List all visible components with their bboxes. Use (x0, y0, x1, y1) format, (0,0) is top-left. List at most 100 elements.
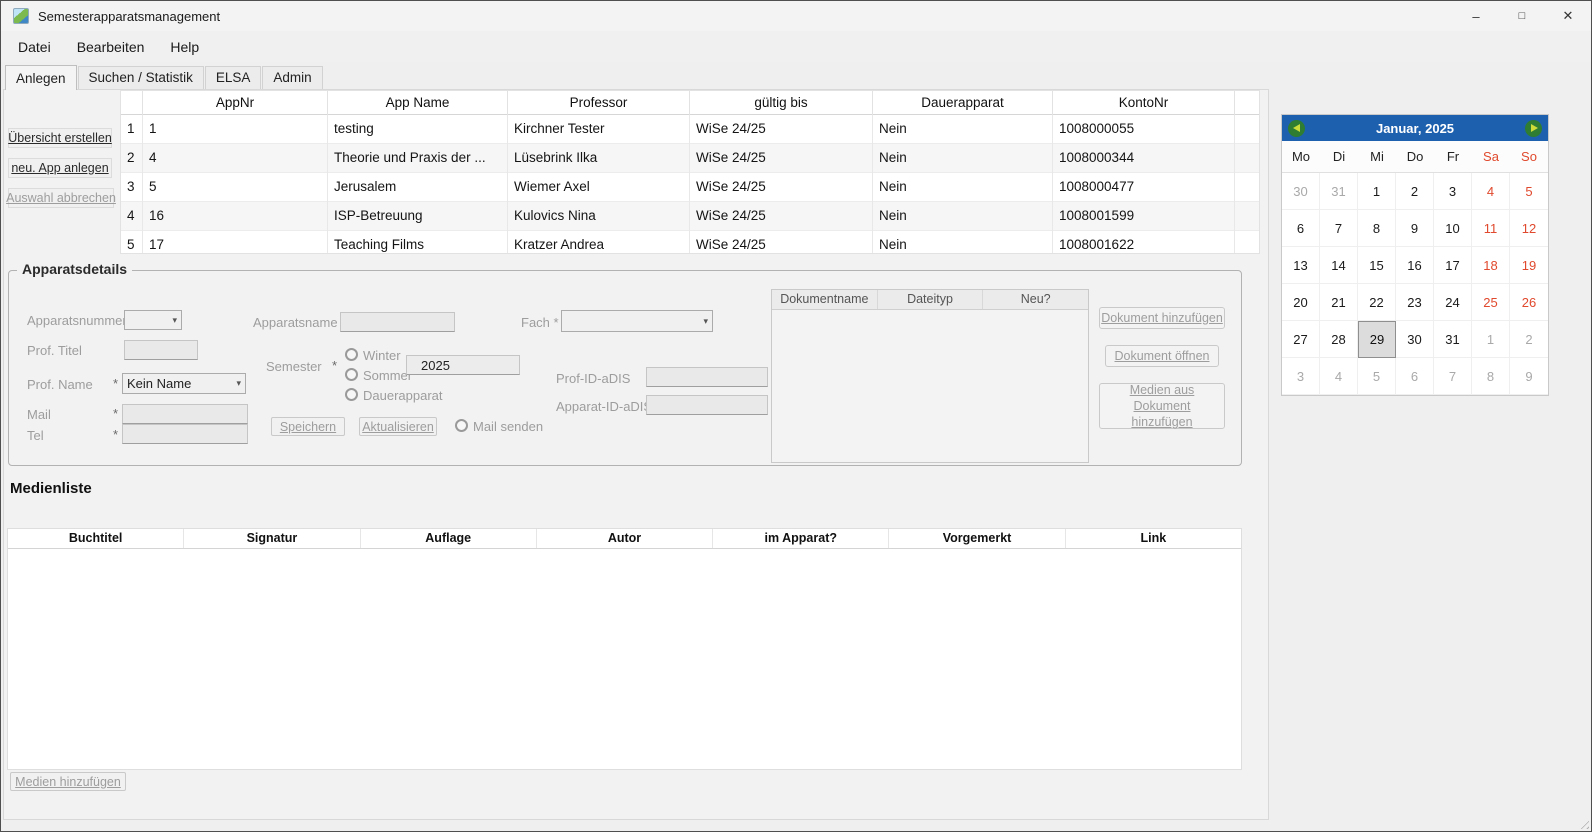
minimize-button[interactable]: – (1453, 1, 1499, 31)
calendar-day[interactable]: 9 (1396, 210, 1434, 247)
calendar-day[interactable]: 22 (1358, 284, 1396, 321)
calendar-day[interactable]: 8 (1358, 210, 1396, 247)
prev-month-button[interactable] (1288, 120, 1305, 137)
mail-input[interactable] (122, 404, 248, 424)
calendar-day[interactable]: 14 (1320, 247, 1358, 284)
calendar-day[interactable]: 2 (1396, 173, 1434, 210)
cell-professor: Kirchner Tester (508, 115, 690, 144)
calendar-day[interactable]: 25 (1472, 284, 1510, 321)
calendar-day[interactable]: 13 (1282, 247, 1320, 284)
sommer-radio[interactable] (345, 368, 358, 381)
column-header-app-name[interactable]: App Name (328, 91, 508, 115)
prof-titel-input[interactable] (124, 340, 198, 360)
calendar-day[interactable]: 6 (1282, 210, 1320, 247)
calendar-day[interactable]: 18 (1472, 247, 1510, 284)
medien-aus-dokument-button[interactable]: Medien aus Dokument hinzufügen (1099, 383, 1225, 429)
next-month-button[interactable] (1525, 120, 1542, 137)
calendar-day[interactable]: 1 (1472, 321, 1510, 358)
tab-elsa[interactable]: ELSA (205, 66, 262, 89)
calendar-day[interactable]: 1 (1358, 173, 1396, 210)
calendar-day[interactable]: 2 (1510, 321, 1548, 358)
apparatsnummer-select[interactable]: ▾ (124, 310, 182, 330)
dokument-hinzufuegen-button[interactable]: Dokument hinzufügen (1099, 307, 1225, 329)
apparatsnummer-label: Apparatsnummer (27, 313, 127, 328)
calendar-day[interactable]: 19 (1510, 247, 1548, 284)
calendar-day[interactable]: 29 (1358, 321, 1396, 358)
menu-bearbeiten[interactable]: Bearbeiten (64, 34, 158, 60)
calendar-day[interactable]: 4 (1320, 358, 1358, 395)
calendar-day[interactable]: 5 (1510, 173, 1548, 210)
calendar-day[interactable]: 30 (1282, 173, 1320, 210)
table-row[interactable]: 3 5 Jerusalem Wiemer Axel WiSe 24/25 Nei… (121, 173, 1259, 202)
calendar-day[interactable]: 5 (1358, 358, 1396, 395)
column-header-buchtitel[interactable]: Buchtitel (8, 529, 184, 548)
column-header-vorgemerkt[interactable]: Vorgemerkt (889, 529, 1065, 548)
menu-help[interactable]: Help (157, 34, 212, 60)
fach-select[interactable]: ▾ (561, 310, 713, 332)
calendar-day[interactable]: 24 (1434, 284, 1472, 321)
medien-hinzufuegen-button[interactable]: Medien hinzufügen (10, 772, 126, 791)
column-header-appnr[interactable]: AppNr (143, 91, 328, 115)
speichern-button[interactable]: Speichern (271, 417, 345, 436)
calendar-day[interactable]: 16 (1396, 247, 1434, 284)
uebersicht-erstellen-button[interactable]: Übersicht erstellen (8, 128, 112, 148)
close-button[interactable]: ✕ (1545, 1, 1591, 31)
calendar-day[interactable]: 3 (1282, 358, 1320, 395)
calendar-day[interactable]: 12 (1510, 210, 1548, 247)
column-header-link[interactable]: Link (1066, 529, 1241, 548)
tab-admin[interactable]: Admin (262, 66, 322, 89)
calendar-day[interactable]: 10 (1434, 210, 1472, 247)
required-marker: * (332, 358, 337, 373)
tab-anlegen[interactable]: Anlegen (5, 65, 77, 90)
calendar-day[interactable]: 21 (1320, 284, 1358, 321)
calendar-day[interactable]: 17 (1434, 247, 1472, 284)
tel-input[interactable] (122, 424, 248, 444)
calendar-day[interactable]: 4 (1472, 173, 1510, 210)
apparat-id-adis-input[interactable] (646, 395, 768, 415)
calendar-day[interactable]: 3 (1434, 173, 1472, 210)
semester-year-input[interactable]: 2025 (406, 355, 520, 375)
calendar-day[interactable]: 27 (1282, 321, 1320, 358)
calendar-day[interactable]: 8 (1472, 358, 1510, 395)
mail-senden-checkbox[interactable] (455, 419, 468, 432)
column-header-gueltig-bis[interactable]: gültig bis (690, 91, 873, 115)
column-header-auflage[interactable]: Auflage (361, 529, 537, 548)
auswahl-abbrechen-button[interactable]: Auswahl abbrechen (8, 188, 114, 208)
menu-datei[interactable]: Datei (5, 34, 64, 60)
calendar-day[interactable]: 28 (1320, 321, 1358, 358)
maximize-button[interactable]: □ (1499, 1, 1545, 31)
calendar-day[interactable]: 11 (1472, 210, 1510, 247)
medien-table-body (8, 549, 1241, 769)
apparatsname-input[interactable] (340, 312, 455, 332)
calendar-day[interactable]: 20 (1282, 284, 1320, 321)
table-row[interactable]: 2 4 Theorie und Praxis der ... Lüsebrink… (121, 144, 1259, 173)
resize-grip[interactable] (1577, 817, 1589, 829)
calendar-day[interactable]: 26 (1510, 284, 1548, 321)
calendar-day[interactable]: 31 (1320, 173, 1358, 210)
calendar-day[interactable]: 7 (1320, 210, 1358, 247)
prof-id-adis-input[interactable] (646, 367, 768, 387)
prof-name-select[interactable]: Kein Name ▾ (122, 373, 246, 394)
aktualisieren-button[interactable]: Aktualisieren (359, 417, 437, 436)
table-row[interactable]: 4 16 ISP-Betreuung Kulovics Nina WiSe 24… (121, 202, 1259, 231)
dauerapparat-radio[interactable] (345, 388, 358, 401)
column-header-im-apparat[interactable]: im Apparat? (713, 529, 889, 548)
table-row[interactable]: 1 1 testing Kirchner Tester WiSe 24/25 N… (121, 115, 1259, 144)
calendar-day[interactable]: 31 (1434, 321, 1472, 358)
table-row[interactable]: 5 17 Teaching Films Kratzer Andrea WiSe … (121, 231, 1259, 254)
column-header-professor[interactable]: Professor (508, 91, 690, 115)
calendar-day[interactable]: 6 (1396, 358, 1434, 395)
calendar-day[interactable]: 7 (1434, 358, 1472, 395)
tab-suchen-statistik[interactable]: Suchen / Statistik (78, 66, 204, 89)
column-header-autor[interactable]: Autor (537, 529, 713, 548)
column-header-dauerapparat[interactable]: Dauerapparat (873, 91, 1053, 115)
calendar-day[interactable]: 30 (1396, 321, 1434, 358)
winter-radio[interactable] (345, 348, 358, 361)
calendar-day[interactable]: 23 (1396, 284, 1434, 321)
column-header-kontonr[interactable]: KontoNr (1053, 91, 1235, 115)
calendar-day[interactable]: 9 (1510, 358, 1548, 395)
column-header-signatur[interactable]: Signatur (184, 529, 360, 548)
neue-app-anlegen-button[interactable]: neu. App anlegen (8, 158, 112, 178)
dokument-oeffnen-button[interactable]: Dokument öffnen (1105, 345, 1219, 367)
calendar-day[interactable]: 15 (1358, 247, 1396, 284)
